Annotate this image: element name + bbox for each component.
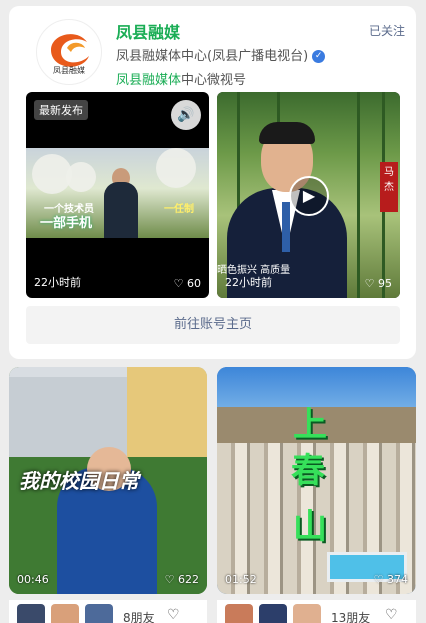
heart-icon[interactable]: ♡ (167, 607, 180, 623)
logo-text: 凤县融媒 (53, 66, 85, 75)
feed-title-char: 上 (293, 405, 327, 445)
friend-avatar (85, 604, 113, 623)
video-card-interview[interactable]: ▶ 马杰 晒色振兴 高质量 22小时前 ♡ 95 (217, 92, 400, 298)
heart-icon: ♡ (173, 277, 187, 290)
feed-duration: 00:46 (17, 573, 49, 586)
play-icon[interactable]: ▶ (289, 176, 329, 216)
heart-icon: ♡ (373, 573, 387, 586)
friend-avatar (51, 604, 79, 623)
name-tag: 马杰 (380, 162, 398, 212)
account-description-text: 凤县融媒体中心(凤县广播电视台) (116, 49, 309, 64)
account-subtitle: 凤县融媒体中心微视号 (116, 69, 246, 88)
video-caption-main: 一部手机 (40, 216, 93, 231)
goto-account-button[interactable]: 前往账号主页 (26, 306, 400, 344)
friends-count: 8朋友 (123, 611, 155, 623)
friends-row[interactable]: 13朋友 ♡ (217, 600, 416, 623)
friend-avatar (17, 604, 45, 623)
feed-title-char: 春 (291, 451, 325, 491)
video-card-latest[interactable]: 最新发布 🔊 一个技术员 一部手机 一任制 22小时前 ♡ 60 (26, 92, 209, 298)
video-time: 22小时前 (225, 276, 272, 289)
account-subtitle-rest: 中心微视号 (181, 73, 247, 88)
feed-likes: ♡ 622 (165, 573, 199, 586)
speaker-icon[interactable]: 🔊 (171, 100, 201, 130)
video-likes-count: 95 (378, 277, 392, 290)
friend-avatar (259, 604, 287, 623)
verified-check-icon: ✓ (312, 50, 326, 63)
feed-likes-count: 374 (387, 573, 408, 586)
video-likes-count: 60 (187, 277, 201, 290)
feed-likes-count: 622 (178, 573, 199, 586)
heart-icon[interactable]: ♡ (385, 607, 398, 623)
follow-status-button[interactable]: 已关注 (369, 22, 405, 39)
account-name[interactable]: 凤县融媒 (116, 19, 180, 43)
heart-icon: ♡ (164, 573, 178, 586)
feed-card-city[interactable]: 上 春 山 01:52 ♡ 374 (217, 367, 416, 594)
video-caption-right: 一任制 (164, 204, 194, 215)
feed-likes: ♡ 374 (374, 573, 408, 586)
account-subtitle-highlight: 凤县融媒体 (116, 73, 182, 88)
friends-row[interactable]: 8朋友 ♡ (9, 600, 207, 623)
friend-avatar (225, 604, 253, 623)
account-avatar[interactable]: 凤县融媒 (36, 19, 102, 85)
feed-card-campus[interactable]: 我的校园日常 00:46 ♡ 622 (9, 367, 207, 594)
video-likes: ♡ 60 (174, 277, 201, 290)
feed-title: 我的校园日常 (19, 469, 139, 493)
video-likes: ♡ 95 (365, 277, 392, 290)
friends-count: 13朋友 (331, 611, 371, 623)
video-time: 22小时前 (34, 276, 81, 289)
latest-badge: 最新发布 (34, 100, 88, 120)
friend-avatar (293, 604, 321, 623)
heart-icon: ♡ (364, 277, 378, 290)
feed-title-char: 山 (293, 507, 327, 547)
account-description: 凤县融媒体中心(凤县广播电视台) ✓ (116, 45, 326, 64)
feed-duration: 01:52 (225, 573, 257, 586)
